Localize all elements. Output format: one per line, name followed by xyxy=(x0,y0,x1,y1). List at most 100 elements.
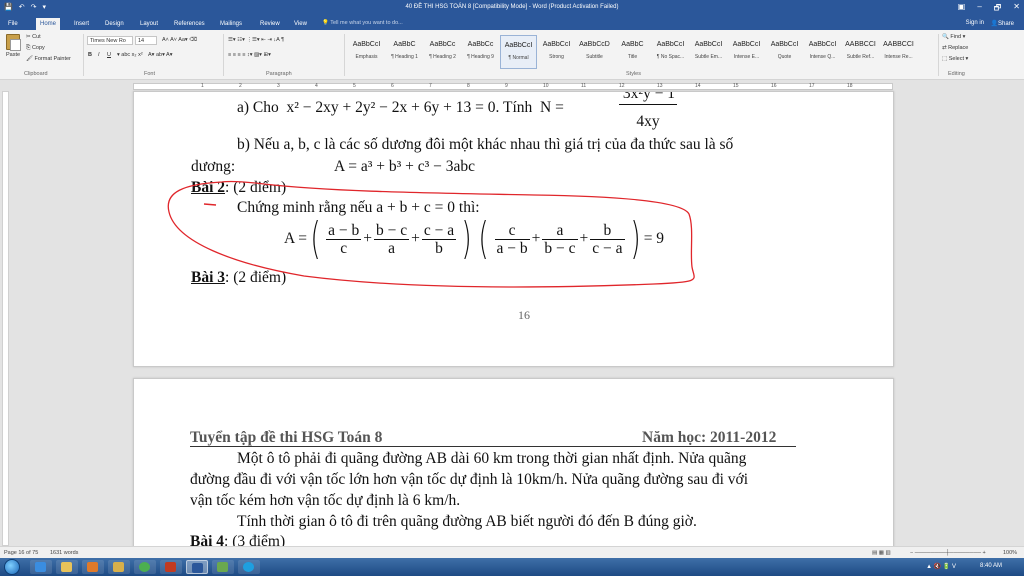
style-item[interactable]: AaBbCc ¶ Heading 2 xyxy=(424,35,461,69)
tab-insert[interactable]: Insert xyxy=(70,18,93,30)
style-sample: AaBbCcI xyxy=(504,42,533,49)
style-item[interactable]: AaBbCcI Emphasis xyxy=(348,35,385,69)
style-item[interactable]: AaBbCcD Subtitle xyxy=(576,35,613,69)
select-button[interactable]: ⬚ Select ▾ xyxy=(942,56,968,62)
media-taskbar-icon[interactable] xyxy=(82,560,104,574)
share-button[interactable]: 👤Share xyxy=(991,20,1015,27)
style-name: Intense Re... xyxy=(884,54,913,60)
tab-references[interactable]: References xyxy=(170,18,209,30)
explorer-taskbar-icon[interactable] xyxy=(56,560,78,574)
style-sample: AaBbC xyxy=(621,41,644,48)
folder-taskbar-icon[interactable] xyxy=(108,560,130,574)
system-tray-icons[interactable]: ▲ 🔇 🔋 V xyxy=(926,563,956,570)
ruler-number: 13 xyxy=(657,83,663,89)
equation: x² − 2xy + 2y² − 2x + 6y + 13 = 0. xyxy=(286,99,500,116)
view-mode-icons[interactable]: ▤ ▦ ▥ xyxy=(872,550,891,556)
font-format-icons[interactable]: ▾ abc x₂ x² xyxy=(117,52,143,58)
zoom-level[interactable]: 100% xyxy=(1003,550,1017,556)
zoom-slider[interactable]: − ────────┼──────── + xyxy=(910,550,986,556)
app-taskbar-icon[interactable] xyxy=(160,560,182,574)
copy-button[interactable]: ⎘ Copy xyxy=(26,45,45,52)
style-item[interactable]: AABBCCI Subtle Ref... xyxy=(842,35,879,69)
horizontal-ruler[interactable]: 1 2 3 4 5 6 7 8 9 10 11 12 13 14 15 16 17 18 xyxy=(0,81,1024,91)
tab-file[interactable]: File xyxy=(4,18,22,30)
style-item[interactable]: AaBbCcI ¶ Normal xyxy=(500,35,537,69)
close-icon[interactable]: ✕ xyxy=(1013,2,1020,16)
list-icons[interactable]: ☰▾ ☷▾ ⋮☰▾ ⇤ ⇥ ↓A ¶ xyxy=(228,37,284,43)
fraction: c − ab xyxy=(421,221,457,257)
paste-button-label[interactable]: Paste xyxy=(6,52,20,58)
style-name: Subtle Ref... xyxy=(846,54,875,60)
start-button[interactable] xyxy=(4,559,20,575)
font-name-box[interactable]: Times New Ro xyxy=(87,36,133,45)
fraction: a − bc xyxy=(326,221,362,257)
fraction: ab − c xyxy=(542,221,578,257)
underline-icon[interactable]: U xyxy=(107,52,111,58)
ribbon-tabs: File Home Insert Design Layout Reference… xyxy=(0,16,1024,30)
fraction: bc − a xyxy=(590,221,625,257)
format-painter-button[interactable]: 🖌 Format Painter xyxy=(26,56,71,62)
app-taskbar-icon[interactable] xyxy=(212,560,234,574)
ie-taskbar-icon[interactable] xyxy=(30,560,52,574)
ruler-number: 2 xyxy=(239,83,242,89)
style-name: Quote xyxy=(777,54,792,60)
minimize-icon[interactable]: – xyxy=(977,2,981,16)
word-count-status[interactable]: 1631 words xyxy=(50,550,78,556)
select-icon: ⬚ xyxy=(942,56,948,62)
font-color-icons[interactable]: A▾ ab▾ A▾ xyxy=(148,52,173,58)
style-item[interactable]: AaBbCcI Subtle Em... xyxy=(690,35,727,69)
style-item[interactable]: AaBbC ¶ Heading 1 xyxy=(386,35,423,69)
align-icons[interactable]: ≡ ≡ ≡ ≡ ↕▾ ▨▾ ⊞▾ xyxy=(228,52,271,58)
paste-icon[interactable] xyxy=(6,34,21,51)
tab-home[interactable]: Home xyxy=(36,18,61,30)
style-item[interactable]: AaBbCcI Strong xyxy=(538,35,575,69)
tab-view[interactable]: View xyxy=(290,18,311,30)
restore-icon[interactable]: 🗗 xyxy=(994,2,1002,16)
vertical-ruler[interactable] xyxy=(0,91,10,546)
style-item[interactable]: AaBbCcI Quote xyxy=(766,35,803,69)
bai-2-statement: Chứng minh rằng nếu a + b + c = 0 thì: xyxy=(237,199,480,216)
style-item[interactable]: AaBbCcI Intense E... xyxy=(728,35,765,69)
ribbon-display-options-icon[interactable]: ▣ xyxy=(958,2,966,16)
grow-shrink-font-icons[interactable]: A˄ A˅ Aa▾ ⌫ xyxy=(162,37,197,43)
paragraph-line: Tính thời gian ô tô đi trên quãng đường … xyxy=(237,513,697,530)
font-size-box[interactable]: 14 xyxy=(135,36,157,45)
document-page[interactable]: a) Cho x² − 2xy + 2y² − 2x + 6y + 13 = 0… xyxy=(133,91,894,367)
tab-review[interactable]: Review xyxy=(256,18,284,30)
style-item[interactable]: AaBbCcI Intense Q... xyxy=(804,35,841,69)
clock[interactable]: 8:40 AM xyxy=(980,563,1002,569)
styles-group-label: Styles xyxy=(626,71,641,77)
style-sample: AaBbCcI xyxy=(732,41,761,48)
style-item[interactable]: AaBbC Title xyxy=(614,35,651,69)
page-count-status[interactable]: Page 16 of 75 xyxy=(4,550,38,556)
skype-taskbar-icon[interactable] xyxy=(238,560,260,574)
style-item[interactable]: AaBbCc ¶ Heading 9 xyxy=(462,35,499,69)
sign-in-link[interactable]: Sign in xyxy=(966,20,984,26)
cut-button[interactable]: ✂ Cut xyxy=(26,34,41,40)
find-button[interactable]: 🔍 Find ▾ xyxy=(942,34,965,40)
style-name: Title xyxy=(627,54,638,60)
tell-me-box[interactable]: 💡 Tell me what you want to do... xyxy=(322,20,403,26)
italic-icon[interactable]: I xyxy=(98,52,100,58)
replace-button[interactable]: ⇄ Replace xyxy=(942,45,968,51)
window-title: 40 ĐỀ THI HSG TOÁN 8 [Compatibility Mode… xyxy=(405,4,619,10)
page-number: 16 xyxy=(518,308,530,322)
fraction: b − ca xyxy=(374,221,410,257)
fraction-numerator: 3x²y − 1 xyxy=(622,91,676,102)
tab-layout[interactable]: Layout xyxy=(136,18,162,30)
style-item[interactable]: AABBCCI Intense Re... xyxy=(880,35,917,69)
style-sample: AaBbCcI xyxy=(770,41,799,48)
tab-design[interactable]: Design xyxy=(101,18,128,30)
tab-mailings[interactable]: Mailings xyxy=(216,18,246,30)
style-name: Subtle Em... xyxy=(694,54,723,60)
style-item[interactable]: AaBbCcI ¶ No Spac... xyxy=(652,35,689,69)
chrome-taskbar-icon[interactable] xyxy=(134,560,156,574)
bold-icon[interactable]: B xyxy=(88,52,92,58)
styles-gallery[interactable]: AaBbCcI Emphasis AaBbC ¶ Heading 1 AaBbCc ¶ H… xyxy=(348,35,923,69)
word-window: 💾 ↶ ↷ ▾ 40 ĐỀ THI HSG TOÁN 8 [Compatibil… xyxy=(0,0,1024,576)
word-taskbar-icon[interactable] xyxy=(186,560,208,574)
group-separator xyxy=(344,34,345,76)
fraction-denominator: 4xy xyxy=(636,113,660,130)
ruler-number: 1 xyxy=(201,83,204,89)
document-page[interactable]: Tuyển tập đề thi HSG Toán 8 Năm học: 201… xyxy=(133,378,894,558)
